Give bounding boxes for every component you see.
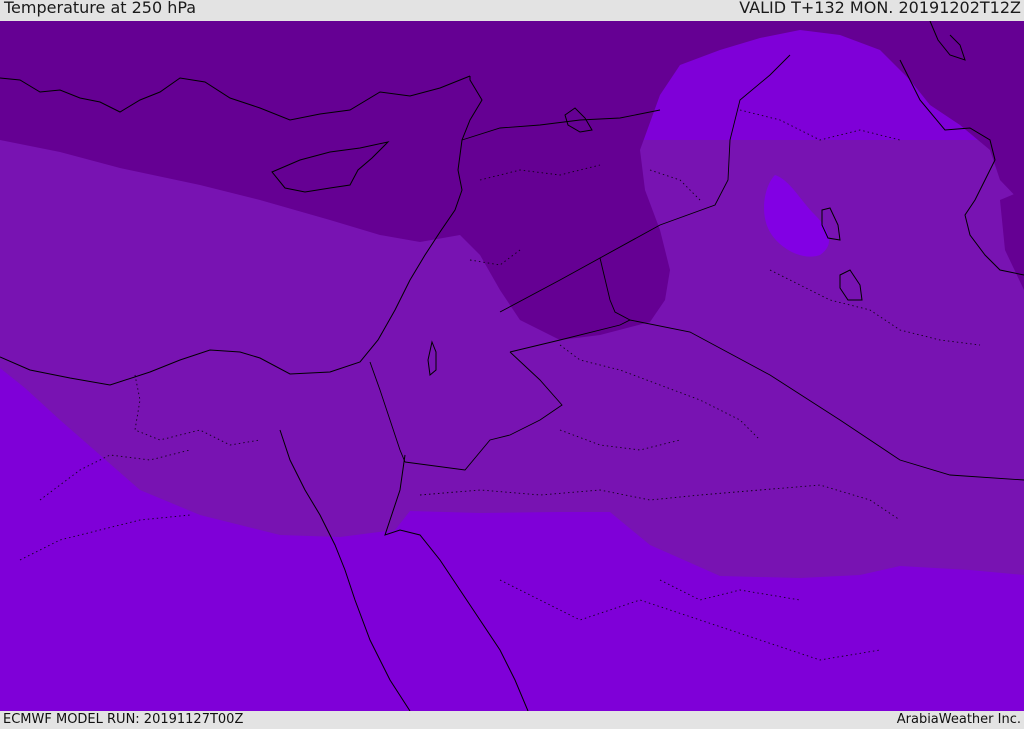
valid-time-label: VALID T+132 MON. 20191202T12Z [739, 0, 1021, 17]
map-title: Temperature at 250 hPa [4, 0, 197, 17]
credit-label: ArabiaWeather Inc. [896, 712, 1021, 727]
footer-bar: ECMWF MODEL RUN: 20191127T00Z ArabiaWeat… [0, 711, 1024, 729]
temperature-map[interactable] [0, 21, 1024, 711]
header-bar: Temperature at 250 hPa VALID T+132 MON. … [0, 0, 1024, 21]
map-canvas [0, 21, 1024, 711]
model-run-label: ECMWF MODEL RUN: 20191127T00Z [3, 712, 244, 727]
